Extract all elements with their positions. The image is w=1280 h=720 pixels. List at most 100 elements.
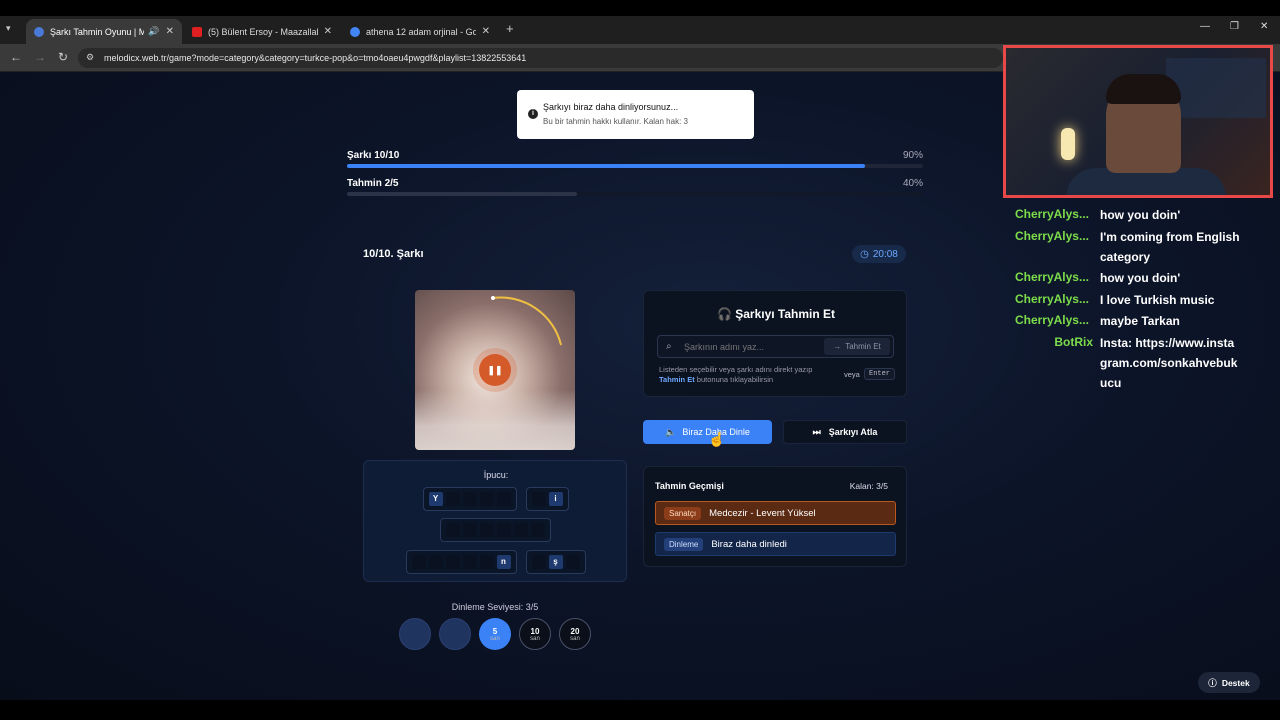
- google-favicon-icon: [350, 26, 360, 37]
- tab-title: Şarkı Tahmin Oyunu | Melo...: [50, 26, 145, 37]
- history-text: Medcezir - Levent Yüksel: [709, 507, 816, 519]
- close-tab-icon[interactable]: ✕: [324, 26, 332, 37]
- chat-message: I'm coming from English category: [1100, 230, 1240, 264]
- restore-icon[interactable]: ❐: [1230, 21, 1239, 32]
- hint-letter: Y: [428, 492, 443, 506]
- speaker-icon[interactable]: 🔊: [148, 26, 159, 37]
- skip-song-button[interactable]: ⏭ Şarkıyı Atla: [783, 420, 907, 444]
- hint-letter: [565, 555, 580, 569]
- support-button[interactable]: ⓘ Destek: [1198, 672, 1260, 693]
- or-label: veya: [844, 370, 860, 379]
- guess-submit-button[interactable]: → Tahmin Et: [824, 338, 890, 355]
- hint-letter: [531, 555, 546, 569]
- hint-label: İpucu:: [483, 470, 509, 480]
- listen-level-label: Dinleme Seviyesi: 3/5: [451, 602, 539, 612]
- timer-value: 20:08: [872, 248, 898, 260]
- chat-username: CherryAlys...: [1014, 207, 1089, 221]
- tab-list-icon[interactable]: ▾: [6, 23, 11, 34]
- tab-title: (5) Bülent Ersoy - Maazallah (O...: [208, 26, 318, 37]
- hint-letter: [479, 492, 494, 506]
- bottom-black-bar: [0, 700, 1280, 720]
- song-search-input[interactable]: [684, 340, 814, 354]
- hint-word: ş: [525, 550, 586, 574]
- mouse-cursor-icon: ☝: [708, 431, 726, 447]
- hint-letter: n: [496, 555, 511, 569]
- chat-message: how you doin': [1100, 208, 1181, 222]
- listen-level-1: [399, 618, 431, 650]
- close-tab-icon[interactable]: ✕: [166, 26, 174, 37]
- hint-letter: i: [548, 492, 563, 506]
- chat-username: CherryAlys...: [1014, 270, 1089, 284]
- chat-username: BotRix: [1054, 335, 1093, 349]
- tab-strip: ▾ Şarkı Tahmin Oyunu | Melo... 🔊 ✕ (5) B…: [0, 16, 1280, 44]
- chat-username: CherryAlys...: [1014, 313, 1089, 327]
- search-icon: ⌕: [666, 341, 672, 352]
- guess-title: 🎧 Şarkıyı Tahmin Et: [716, 307, 836, 321]
- hint-letter: [479, 555, 494, 569]
- new-tab-plus-icon[interactable]: +: [506, 21, 514, 36]
- close-window-icon[interactable]: ✕: [1260, 21, 1268, 32]
- hint-letter: [446, 523, 460, 537]
- history-text: Biraz daha dinledi: [711, 538, 787, 550]
- back-icon[interactable]: ←: [10, 50, 22, 64]
- hint-letter: [531, 492, 546, 506]
- minimize-icon[interactable]: —: [1200, 21, 1210, 32]
- level-value: 5: [492, 626, 498, 636]
- pause-icon: ❚❚: [487, 364, 503, 375]
- hint-letter: [462, 555, 477, 569]
- tab-youtube[interactable]: (5) Bülent Ersoy - Maazallah (O... ✕: [184, 19, 340, 44]
- hint-letter: [445, 492, 460, 506]
- guess-progress-bar: [347, 192, 923, 196]
- arrow-right-icon: →: [833, 342, 842, 351]
- history-badge: Sanatçı: [664, 506, 702, 520]
- hint-letter: [462, 492, 477, 506]
- forward-icon[interactable]: →: [34, 50, 46, 64]
- history-title: Tahmin Geçmişi: [655, 481, 724, 491]
- hint-letter: [411, 555, 426, 569]
- close-tab-icon[interactable]: ✕: [482, 26, 490, 37]
- site-info-icon[interactable]: ⚙: [86, 52, 94, 63]
- guess-help-text: Listeden seçebilir veya şarkı adını dire…: [659, 365, 813, 384]
- level-value: 20: [570, 626, 580, 636]
- pause-button[interactable]: ❚❚: [479, 354, 511, 386]
- song-progress-bar: [347, 164, 923, 168]
- song-progress-percent: 90%: [902, 150, 923, 161]
- speaker-icon: 🔈: [665, 426, 677, 437]
- info-icon: i: [528, 109, 538, 119]
- toast-title: Şarkıyı biraz daha dinliyorsunuz...: [543, 102, 679, 112]
- guess-progress-fill: [347, 192, 578, 196]
- history-item: Sanatçı Medcezir - Levent Yüksel: [655, 501, 896, 525]
- tab-melodicx[interactable]: Şarkı Tahmin Oyunu | Melo... 🔊 ✕: [26, 19, 182, 44]
- headphones-icon: 🎧: [716, 307, 732, 321]
- notification-toast: i Şarkıyı biraz daha dinliyorsunuz... Bu…: [517, 90, 754, 139]
- youtube-favicon-icon: [192, 26, 202, 37]
- url-text: melodicx.web.tr/game?mode=category&categ…: [104, 53, 527, 63]
- chat-message: how you doin': [1100, 271, 1181, 285]
- level-unit: san: [530, 635, 540, 642]
- url-field[interactable]: ⚙ melodicx.web.tr/game?mode=category&cat…: [78, 48, 1003, 68]
- listen-level-3: 5 san: [479, 618, 511, 650]
- hint-word: [440, 518, 551, 542]
- enter-key-hint: Enter: [864, 368, 896, 380]
- listen-level-2: [439, 618, 471, 650]
- skip-icon: ⏭: [812, 426, 821, 437]
- history-badge: Dinleme: [664, 537, 704, 551]
- guess-progress-percent: 40%: [902, 178, 923, 189]
- reload-icon[interactable]: ↻: [58, 50, 68, 64]
- toast-message: Bu bir tahmin hakkı kullanır. Kalan hak:…: [543, 117, 688, 126]
- lamp: [1061, 128, 1075, 160]
- level-unit: san: [570, 635, 580, 642]
- hint-letter: [531, 523, 545, 537]
- chat-username: CherryAlys...: [1014, 229, 1089, 243]
- history-remaining: Kalan: 3/5: [849, 481, 888, 491]
- chat-username: CherryAlys...: [1014, 292, 1089, 306]
- hint-letter: ş: [548, 555, 563, 569]
- chat-message: maybe Tarkan: [1100, 314, 1180, 328]
- song-search-box: ⌕ → Tahmin Et: [657, 335, 894, 358]
- tab-google[interactable]: athena 12 adam orjinal - Goog... ✕: [342, 19, 498, 44]
- hint-word: Y: [422, 487, 517, 511]
- timer-badge: ◷ 20:08: [852, 245, 906, 263]
- guess-history-panel: Tahmin Geçmişi Kalan: 3/5 Sanatçı Medcez…: [643, 466, 907, 567]
- song-progress-label: Şarkı 10/10: [347, 150, 400, 161]
- song-progress-fill: [347, 164, 866, 168]
